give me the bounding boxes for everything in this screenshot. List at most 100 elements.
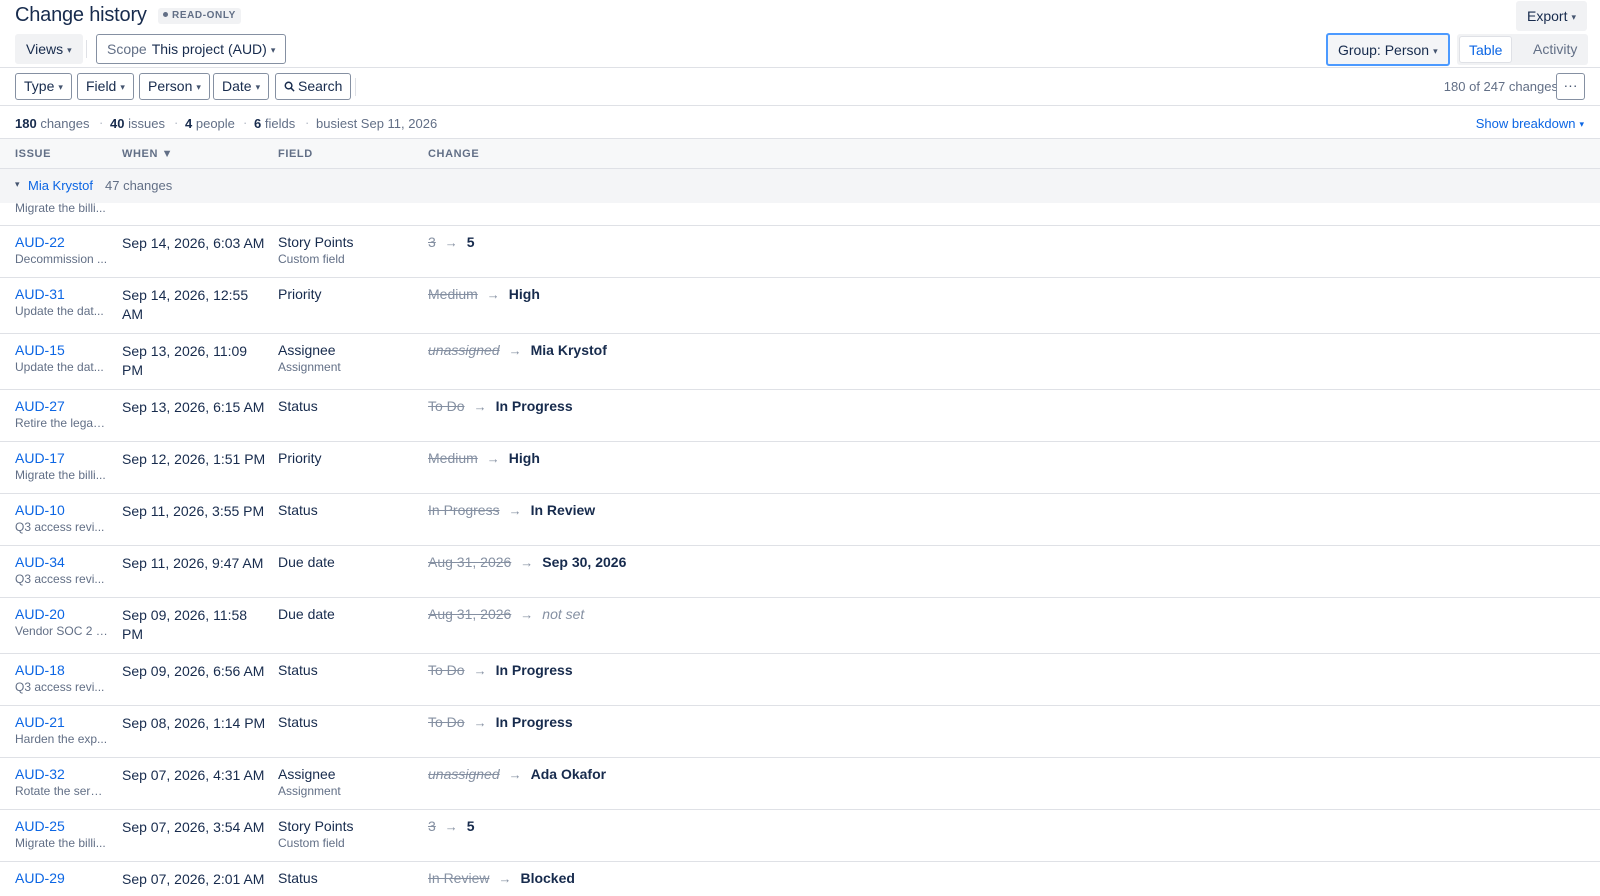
issue-key-link[interactable]: AUD-32 <box>15 766 65 782</box>
issue-key-link[interactable]: AUD-31 <box>15 286 65 302</box>
read-only-badge-label: READ-ONLY <box>172 10 236 21</box>
table-row[interactable]: AUD-25 Migrate the billi... Sep 07, 2026, … <box>0 810 1600 862</box>
summary-people: 4 people <box>185 116 235 131</box>
separator-dot: · <box>99 115 104 130</box>
change-timestamp: Sep 07, 2026, 2:01 AM <box>122 871 265 887</box>
search-button[interactable]: Search <box>275 73 352 100</box>
separator-dot: · <box>305 115 310 130</box>
filter-type-label: Type <box>24 78 55 94</box>
table-row[interactable]: AUD-29 Sep 07, 2026, 2:01 AM Status In Revi… <box>0 862 1600 896</box>
scope-label: Scope <box>107 41 147 57</box>
issue-key-link[interactable]: AUD-22 <box>15 234 65 250</box>
change-value: Medium → High <box>428 286 540 302</box>
divider <box>355 78 356 96</box>
issue-key-link[interactable]: AUD-27 <box>15 398 65 414</box>
column-header-when[interactable]: WHEN ▼ <box>122 148 173 160</box>
issue-summary: Q3 access revi... <box>15 572 105 586</box>
field-name: Story Points <box>278 234 354 250</box>
issue-key-link[interactable]: AUD-10 <box>15 502 65 518</box>
old-value: Medium <box>428 450 478 466</box>
table-row[interactable]: AUD-18 Q3 access revi... Sep 09, 2026, 6:5… <box>0 654 1600 706</box>
table-row[interactable]: AUD-21 Harden the exp... Sep 08, 2026, 1:1… <box>0 706 1600 758</box>
summary-issues-count: 40 <box>110 116 125 131</box>
filter-type-button[interactable]: Type ▾ <box>15 73 72 100</box>
group-person-name[interactable]: Mia Krystof <box>28 178 93 193</box>
group-header-row[interactable]: ▾ Mia Krystof 47 changes <box>0 169 1600 203</box>
summary-issues: 40 issues <box>110 116 165 131</box>
table-header: ISSUE WHEN ▼ FIELD CHANGE <box>0 139 1600 169</box>
issue-summary: Decommission ... <box>15 252 108 266</box>
issue-key-link[interactable]: AUD-18 <box>15 662 65 678</box>
summary-changes-count: 180 <box>15 116 37 131</box>
table-row[interactable]: AUD-31 Update the dat... Sep 14, 2026, 12:… <box>0 278 1600 334</box>
issue-key-link[interactable]: AUD-21 <box>15 714 65 730</box>
change-value: 3 → 5 <box>428 818 475 834</box>
filter-person-label: Person <box>148 78 193 94</box>
table-row[interactable]: AUD-15 Update the dat... Sep 13, 2026, 11:… <box>0 334 1600 390</box>
scope-dropdown[interactable]: Scope This project (AUD) ▾ <box>96 34 287 64</box>
view-switcher: Table Activity <box>1457 34 1588 65</box>
caret-down-icon: ▾ <box>255 82 261 92</box>
issue-summary: Migrate the billi... <box>15 836 106 850</box>
change-timestamp: Sep 12, 2026, 1:51 PM <box>122 451 266 467</box>
summary-fields: 6 fields <box>254 116 295 131</box>
field-name: Assignee <box>278 342 336 358</box>
issue-key-link[interactable]: AUD-29 <box>15 870 65 886</box>
scope-value: This project (AUD) <box>151 41 267 57</box>
collapse-icon[interactable]: ▾ <box>15 179 20 190</box>
views-button[interactable]: Views ▾ <box>15 34 83 64</box>
change-value: Medium → High <box>428 450 540 466</box>
issue-summary: Harden the exp... <box>15 732 108 746</box>
change-value: To Do → In Progress <box>428 714 573 730</box>
more-icon: ··· <box>1563 77 1578 93</box>
table-row[interactable]: AUD-20 Vendor SOC 2 f... Sep 09, 2026, 11:… <box>0 598 1600 654</box>
change-value: 3 → 5 <box>428 234 475 250</box>
issue-key-link[interactable]: AUD-15 <box>15 342 65 358</box>
issue-key-link[interactable]: AUD-25 <box>15 818 65 834</box>
old-value: In Progress <box>428 502 500 518</box>
change-timestamp: Sep 09, 2026, 11:58 PM <box>122 607 248 642</box>
export-button[interactable]: Export ▾ <box>1516 1 1587 31</box>
summary-issues-label: issues <box>128 116 165 131</box>
issue-summary: Vendor SOC 2 f... <box>15 624 108 638</box>
change-timestamp: Sep 14, 2026, 6:03 AM <box>122 235 265 251</box>
caret-down-icon: ▾ <box>67 45 72 55</box>
old-value: In Review <box>428 870 490 886</box>
issue-summary: Migrate the billi... <box>15 468 106 482</box>
group-by-button[interactable]: Group: Person ▾ <box>1326 33 1450 66</box>
table-row[interactable]: AUD-34 Q3 access revi... Sep 11, 2026, 9:4… <box>0 546 1600 598</box>
arrow-right-icon: → <box>508 503 522 518</box>
tab-table[interactable]: Table <box>1459 36 1513 63</box>
table-row[interactable]: AUD-22 Decommission ... Sep 14, 2026, 6:03… <box>0 226 1600 278</box>
arrow-right-icon: → <box>498 871 512 886</box>
issue-key-link[interactable]: AUD-20 <box>15 606 65 622</box>
filter-person-button[interactable]: Person ▾ <box>139 73 210 100</box>
filter-date-label: Date <box>222 78 252 94</box>
new-value: 5 <box>466 818 475 834</box>
page-title: Change history <box>15 4 147 26</box>
show-breakdown-link[interactable]: Show breakdown ▾ <box>1476 116 1584 131</box>
old-value: To Do <box>428 662 465 678</box>
arrow-right-icon: → <box>444 235 458 250</box>
more-options-button[interactable]: ··· <box>1556 73 1585 100</box>
views-button-label: Views <box>26 41 64 57</box>
table-row[interactable]: AUD-17 Migrate the billi... Sep 12, 2026, … <box>0 442 1600 494</box>
new-value: In Progress <box>495 662 573 678</box>
filter-date-button[interactable]: Date ▾ <box>213 73 270 100</box>
new-value: In Review <box>530 502 596 518</box>
field-name: Status <box>278 870 318 886</box>
field-name: Due date <box>278 606 335 622</box>
table-row[interactable]: Migrate the billi... <box>0 203 1600 226</box>
tab-activity[interactable]: Activity <box>1524 36 1586 63</box>
issue-summary: Q3 access revi... <box>15 520 105 534</box>
issue-key-link[interactable]: AUD-17 <box>15 450 65 466</box>
table-row[interactable]: AUD-32 Rotate the servi... Sep 07, 2026, 4… <box>0 758 1600 810</box>
new-value: High <box>508 286 540 302</box>
old-value: Aug 31, 2026 <box>428 606 512 622</box>
table-row[interactable]: AUD-10 Q3 access revi... Sep 11, 2026, 3:5… <box>0 494 1600 546</box>
table-row[interactable]: AUD-27 Retire the legac... Sep 13, 2026, 6… <box>0 390 1600 442</box>
filter-field-button[interactable]: Field ▾ <box>77 73 134 100</box>
change-value: Aug 31, 2026 → Sep 30, 2026 <box>428 554 626 570</box>
issue-key-link[interactable]: AUD-34 <box>15 554 65 570</box>
field-name: Priority <box>278 286 322 302</box>
